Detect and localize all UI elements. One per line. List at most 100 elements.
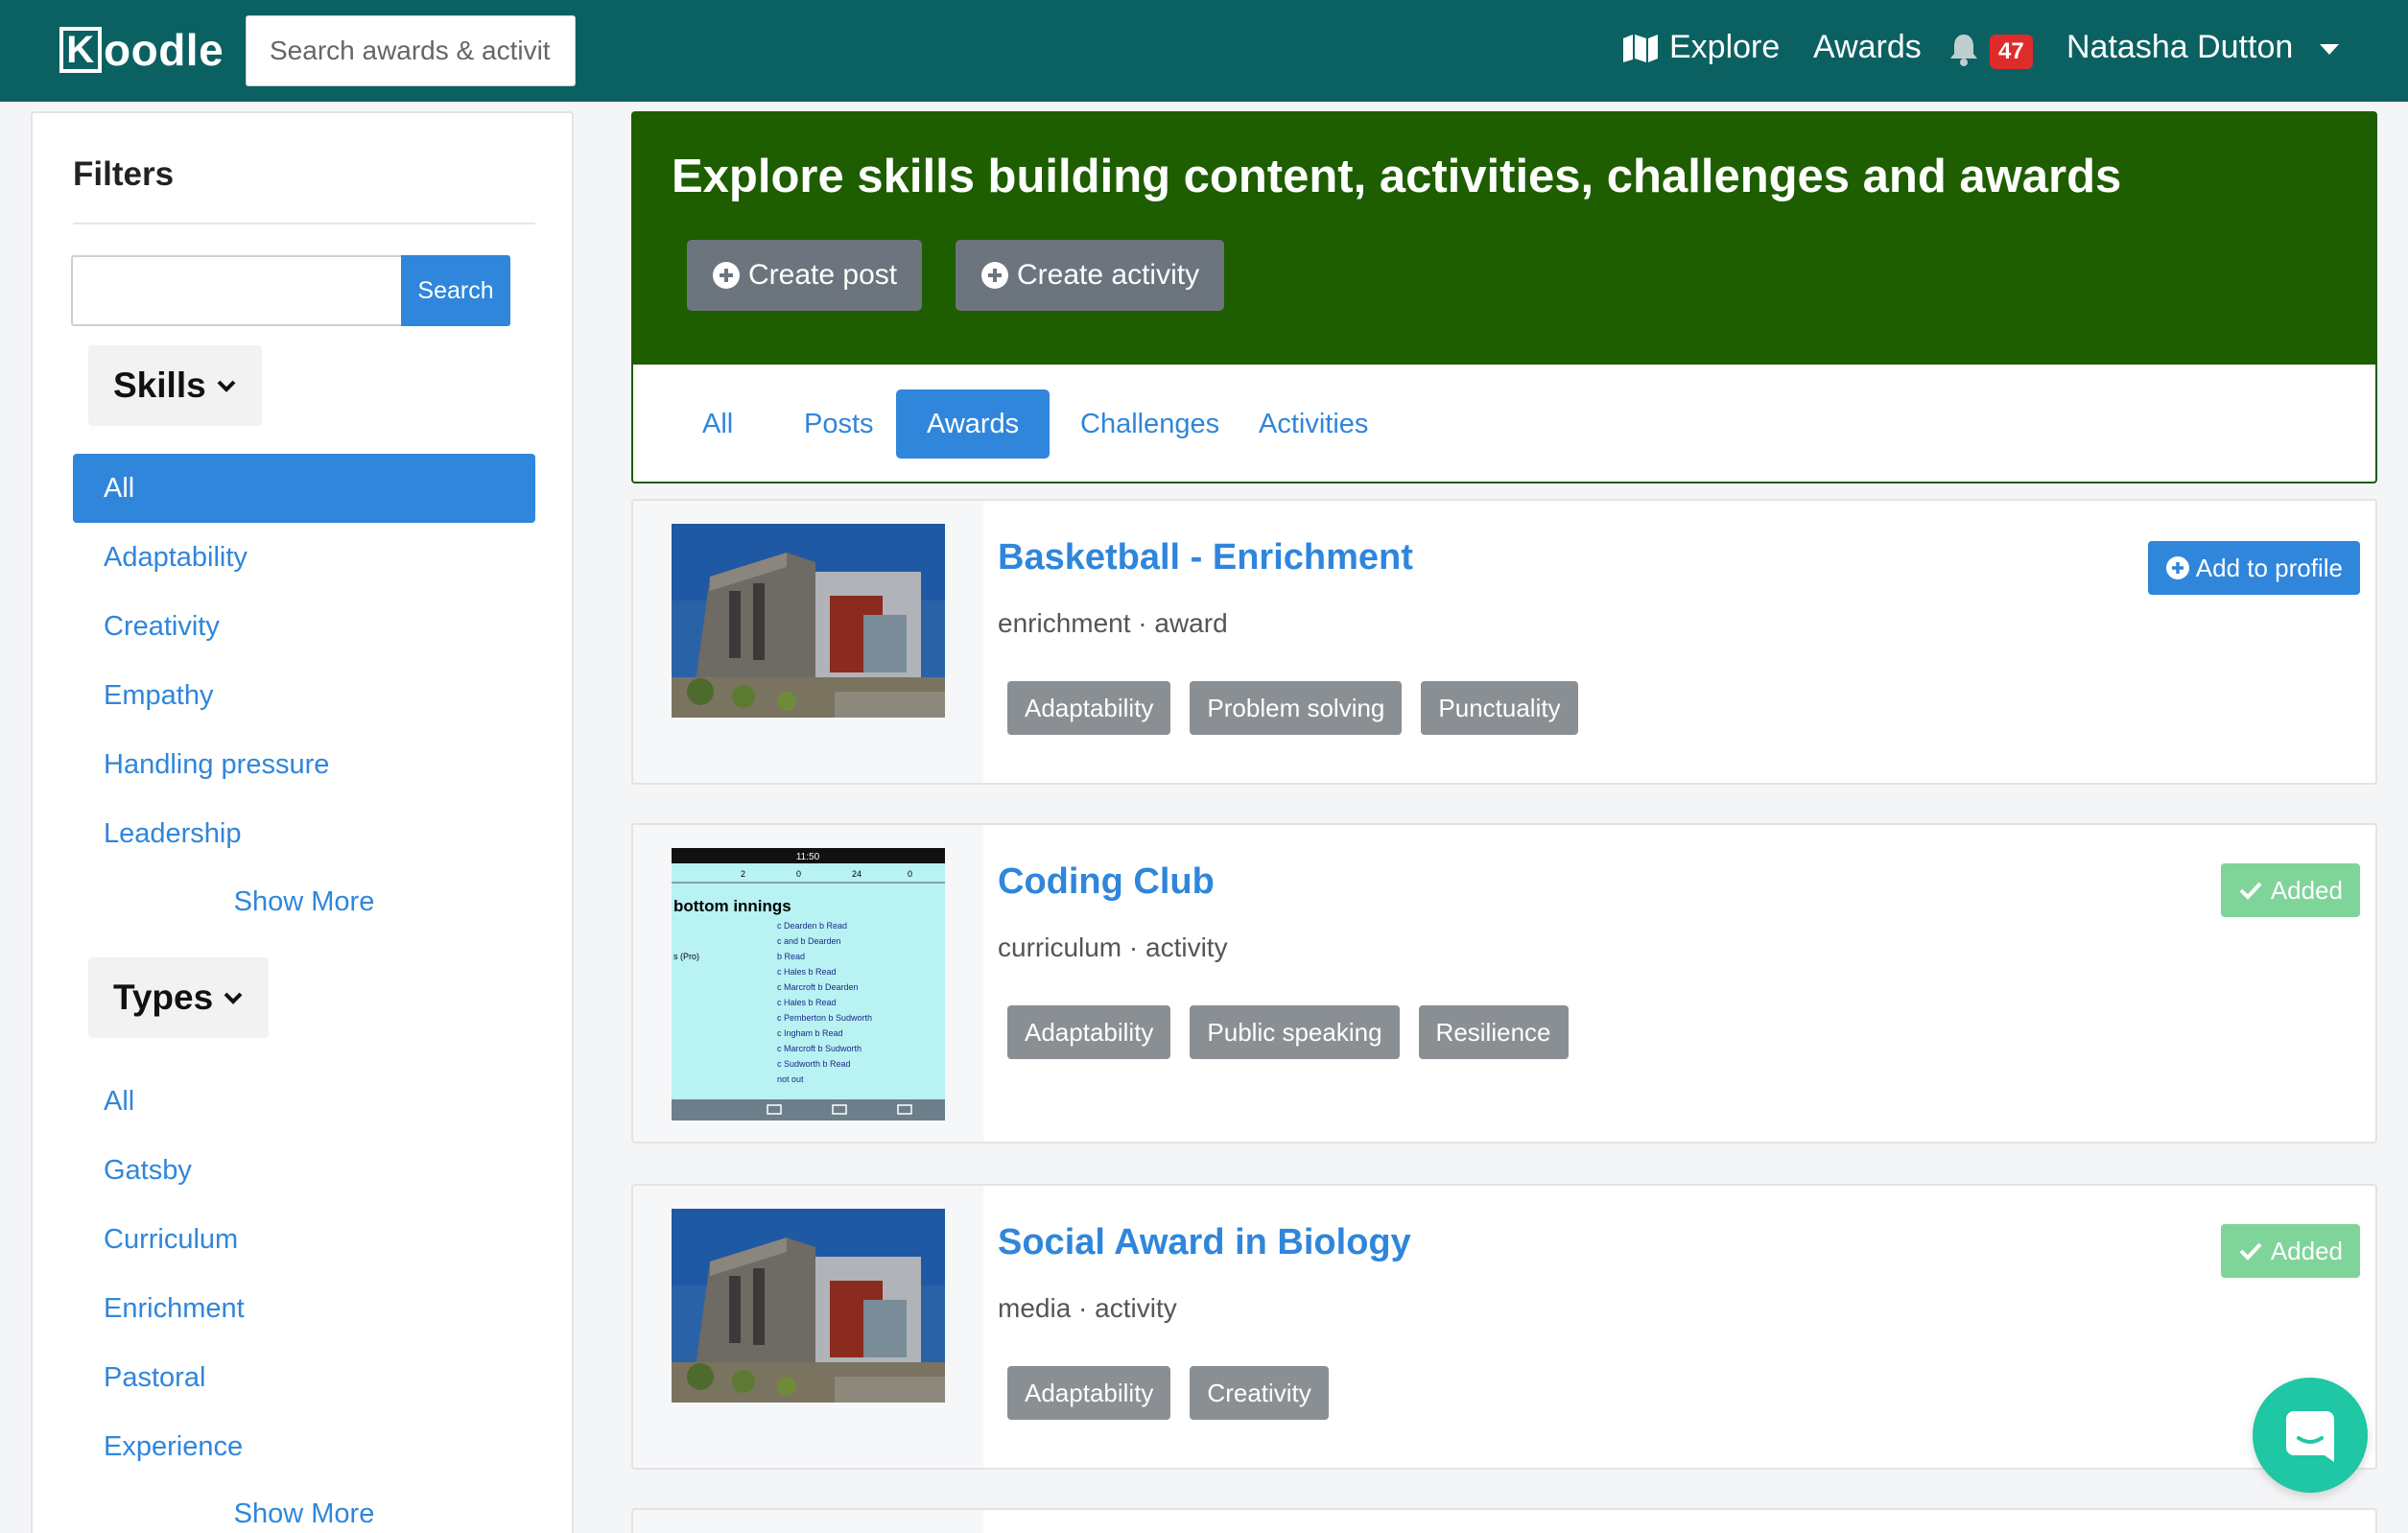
plus-circle-icon	[2165, 556, 2189, 579]
chevron-down-icon	[217, 380, 236, 392]
card-image-panel: 11:50 2 0 24 0 bottom innings s (Pro) c …	[633, 825, 983, 1142]
thumb-row: c Sudworth b Read	[777, 1059, 851, 1069]
skill-tag: Resilience	[1418, 1005, 1569, 1059]
added-label: Added	[2270, 875, 2343, 905]
tab-posts[interactable]: Posts	[773, 389, 905, 459]
skills-show-more-link[interactable]: Show More	[73, 886, 535, 918]
content-card: 11:50 2 0 24 0 bottom innings s (Pro) c …	[631, 823, 2377, 1144]
user-menu-toggle[interactable]: Natasha Dutton	[2066, 29, 2340, 66]
types-dropdown-toggle[interactable]: Types	[88, 957, 270, 1038]
skill-filter-leadership[interactable]: Leadership	[73, 799, 535, 868]
nav-awards-label: Awards	[1813, 29, 1922, 65]
tab-activities[interactable]: Activities	[1228, 389, 1399, 459]
card-image-panel	[633, 1510, 983, 1533]
tab-all[interactable]: All	[672, 389, 764, 459]
plus-circle-icon	[981, 262, 1008, 289]
card-meta: enrichment · award	[998, 608, 1228, 638]
top-navbar: K oodle Explore Awards 47 Natasha Dutton	[0, 0, 2408, 102]
filters-title: Filters	[73, 155, 175, 193]
card-title-link[interactable]: Coding Club	[998, 861, 1215, 903]
scorecard-screenshot-thumbnail[interactable]: 11:50 2 0 24 0 bottom innings s (Pro) c …	[672, 848, 945, 1120]
skill-filter-all[interactable]: All	[73, 454, 535, 523]
thumb-col: 0	[796, 869, 801, 879]
create-post-button[interactable]: Create post	[687, 240, 923, 311]
skill-tag: Creativity	[1190, 1366, 1329, 1420]
skill-tag: Punctuality	[1421, 681, 1578, 735]
thumb-row: not out	[777, 1074, 804, 1084]
check-icon	[2239, 1242, 2262, 1261]
added-button[interactable]: Added	[2220, 1224, 2360, 1278]
type-filter-enrichment[interactable]: Enrichment	[73, 1274, 535, 1343]
tab-challenges[interactable]: Challenges	[1050, 389, 1250, 459]
user-name: Natasha Dutton	[2066, 29, 2294, 65]
added-label: Added	[2270, 1236, 2343, 1265]
skill-filter-empathy[interactable]: Empathy	[73, 661, 535, 730]
types-show-more-link[interactable]: Show More	[73, 1498, 535, 1530]
chat-launcher-button[interactable]	[2253, 1378, 2368, 1493]
card-skill-tags: Adaptability Problem solving Punctuality	[1007, 681, 1578, 735]
hero-title: Explore skills building content, activit…	[672, 151, 2122, 202]
thumb-row: c Hales b Read	[777, 967, 837, 977]
skills-dropdown-toggle[interactable]: Skills	[88, 345, 262, 426]
type-filter-all[interactable]: All	[73, 1067, 535, 1136]
skill-filter-creativity[interactable]: Creativity	[73, 592, 535, 661]
type-filter-experience[interactable]: Experience	[73, 1412, 535, 1481]
card-title-link[interactable]: Social Award in Biology	[998, 1222, 1411, 1263]
card-image-panel	[633, 1186, 983, 1468]
building-photo-thumbnail[interactable]	[672, 524, 945, 718]
thumb-col: 2	[741, 869, 745, 879]
add-to-profile-button[interactable]: Add to profile	[2147, 541, 2360, 595]
thumb-row: c Marcroft b Dearden	[777, 982, 859, 992]
card-meta: media · activity	[998, 1293, 1177, 1323]
skill-tag: Problem solving	[1190, 681, 1403, 735]
filters-divider	[73, 223, 535, 224]
type-filter-gatsby[interactable]: Gatsby	[73, 1136, 535, 1205]
check-icon	[2239, 882, 2262, 900]
thumb-row: c Pemberton b Sudworth	[777, 1013, 872, 1023]
skill-filter-adaptability[interactable]: Adaptability	[73, 523, 535, 592]
content-card: Basketball - Enrichment enrichment · awa…	[631, 499, 2377, 785]
type-filter-curriculum[interactable]: Curriculum	[73, 1205, 535, 1274]
add-to-profile-label: Add to profile	[2195, 553, 2343, 582]
card-skill-tags: Adaptability Public speaking Resilience	[1007, 1005, 1569, 1059]
card-skill-tags: Adaptability Creativity	[1007, 1366, 1329, 1420]
building-photo-thumbnail[interactable]	[672, 1209, 945, 1403]
content-type-tabs: All Posts Awards Challenges Activities	[631, 365, 2377, 483]
skill-tag: Adaptability	[1007, 681, 1171, 735]
create-activity-button[interactable]: Create activity	[956, 240, 1225, 311]
plus-circle-icon	[713, 262, 740, 289]
content-card	[631, 1508, 2377, 1533]
tab-awards[interactable]: Awards	[896, 389, 1051, 459]
global-search-input[interactable]	[246, 15, 576, 86]
chevron-down-icon	[224, 992, 243, 1004]
chat-icon	[2286, 1411, 2334, 1462]
create-activity-label: Create activity	[1017, 259, 1200, 291]
thumb-col: 0	[908, 869, 912, 879]
thumb-row: c Dearden b Read	[777, 921, 847, 931]
card-image-panel	[633, 501, 983, 783]
notification-count-badge: 47	[1990, 35, 2033, 69]
filter-search-button[interactable]: Search	[401, 255, 510, 326]
logo-wordmark: oodle	[104, 25, 224, 75]
card-title-link[interactable]: Basketball - Enrichment	[998, 537, 1413, 578]
thumb-pro: s (Pro)	[673, 952, 699, 961]
thumb-row: c and b Dearden	[777, 936, 841, 946]
thumb-row: c Hales b Read	[777, 998, 837, 1007]
thumb-col: 24	[852, 869, 862, 879]
nav-explore-link[interactable]: Explore	[1621, 29, 1780, 66]
logo-k-mark: K	[59, 27, 102, 73]
added-button[interactable]: Added	[2220, 863, 2360, 917]
thumb-time: 11:50	[796, 852, 820, 862]
filter-search-input[interactable]	[71, 255, 403, 326]
skill-filter-handling-pressure[interactable]: Handling pressure	[73, 730, 535, 799]
thumb-row: c Ingham b Read	[777, 1028, 843, 1038]
bell-icon	[1950, 35, 1977, 66]
explore-hero-banner: Explore skills building content, activit…	[631, 111, 2377, 365]
create-post-label: Create post	[748, 259, 898, 291]
card-meta: curriculum · activity	[998, 932, 1228, 962]
nav-awards-link[interactable]: Awards	[1813, 29, 1922, 66]
notifications-button[interactable]	[1948, 33, 1980, 67]
type-filter-pastoral[interactable]: Pastoral	[73, 1343, 535, 1412]
skill-tag: Adaptability	[1007, 1005, 1171, 1059]
kloodle-logo[interactable]: K oodle	[59, 21, 224, 79]
